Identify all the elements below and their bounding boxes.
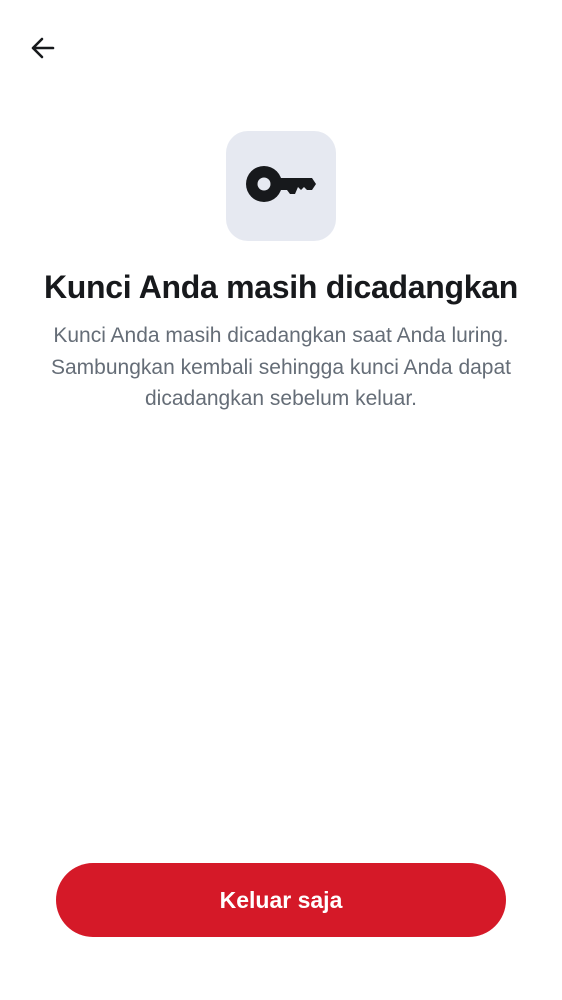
page-description: Kunci Anda masih dicadangkan saat Anda l… (51, 324, 511, 410)
page-title: Kunci Anda masih dicadangkan (43, 269, 519, 305)
key-icon-tile (226, 131, 336, 241)
arrow-left-icon (28, 34, 56, 67)
key-icon (246, 164, 316, 209)
back-button[interactable] (18, 26, 66, 74)
signout-button[interactable]: Keluar saja (56, 863, 506, 937)
